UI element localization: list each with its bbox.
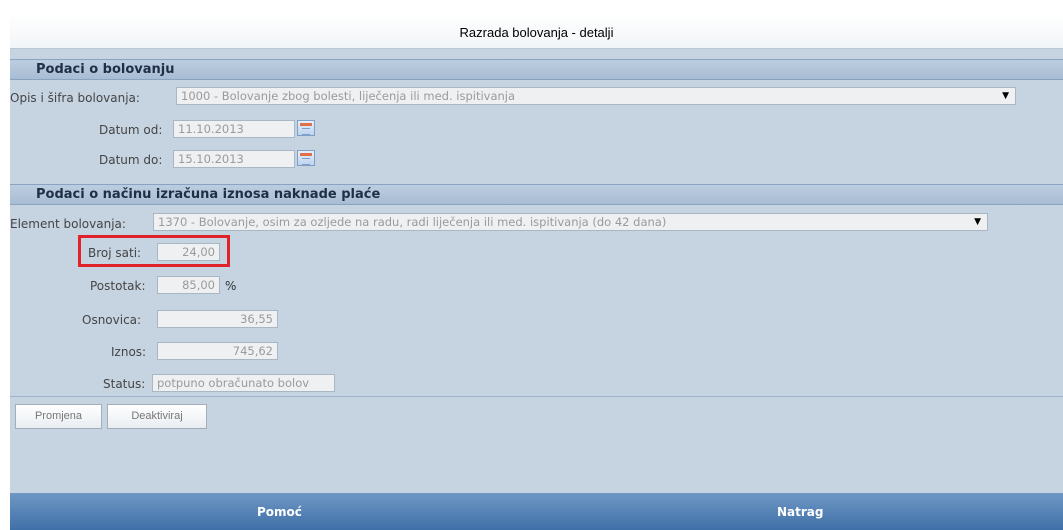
broj-sati-label: Broj sati: [88,246,142,260]
datum-do-label: Datum do: [99,153,163,167]
dialog-window: Razrada bolovanja - detalji Podaci o bol… [10,13,1063,530]
datum-od-value: 11.10.2013 [178,122,244,136]
element-select-value: 1370 - Bolovanje, osim za ozljede na rad… [158,215,667,229]
element-select[interactable]: 1370 - Bolovanje, osim za ozljede na rad… [153,213,988,231]
dropdown-arrow-icon: ▼ [974,217,981,227]
footer-bar: Pomoć Natrag [10,493,1063,530]
section-header-izracun: Podaci o načinu izračuna iznosa naknade … [10,184,1063,205]
section-divider [10,396,1063,397]
datum-do-value: 15.10.2013 [178,152,244,166]
promjena-button[interactable]: Promjena [15,404,102,429]
broj-sati-field[interactable]: 24,00 [157,243,220,261]
percent-unit: % [225,279,237,293]
osnovica-value: 36,55 [240,312,273,326]
datum-od-label: Datum od: [99,123,163,137]
postotak-field[interactable]: 85,00 [157,276,220,294]
osnovica-label: Osnovica: [82,313,142,327]
osnovica-field[interactable]: 36,55 [157,310,278,328]
postotak-value: 85,00 [182,278,215,292]
status-label: Status: [103,377,146,391]
status-value: potpuno obračunato bolov [157,376,310,390]
pomoc-button[interactable]: Pomoć [257,505,302,519]
title-bar: Razrada bolovanja - detalji [10,13,1063,49]
calendar-icon[interactable] [297,150,315,166]
opis-select-value: 1000 - Bolovanje zbog bolesti, liječenja… [181,89,516,103]
section-title-izracun: Podaci o načinu izračuna iznosa naknade … [36,187,381,202]
deaktiviraj-button[interactable]: Deaktiviraj [107,404,207,429]
iznos-field[interactable]: 745,62 [157,342,278,360]
section-header-bolovanje: Podaci o bolovanju [10,59,1063,80]
status-field[interactable]: potpuno obračunato bolov [152,374,335,392]
calendar-icon[interactable] [297,120,315,136]
broj-sati-value: 24,00 [182,245,215,259]
iznos-label: Iznos: [111,345,147,359]
datum-do-field[interactable]: 15.10.2013 [173,150,295,168]
window-title: Razrada bolovanja - detalji [459,25,614,40]
datum-od-field[interactable]: 11.10.2013 [173,120,295,138]
dropdown-arrow-icon: ▼ [1002,91,1009,101]
opis-label: Opis i šifra bolovanja: [10,91,140,105]
iznos-value: 745,62 [232,344,273,358]
opis-select[interactable]: 1000 - Bolovanje zbog bolesti, liječenja… [176,87,1016,105]
natrag-button[interactable]: Natrag [777,505,823,519]
postotak-label: Postotak: [90,279,146,293]
element-label: Element bolovanja: [10,217,126,231]
section-title-bolovanje: Podaci o bolovanju [36,62,175,77]
